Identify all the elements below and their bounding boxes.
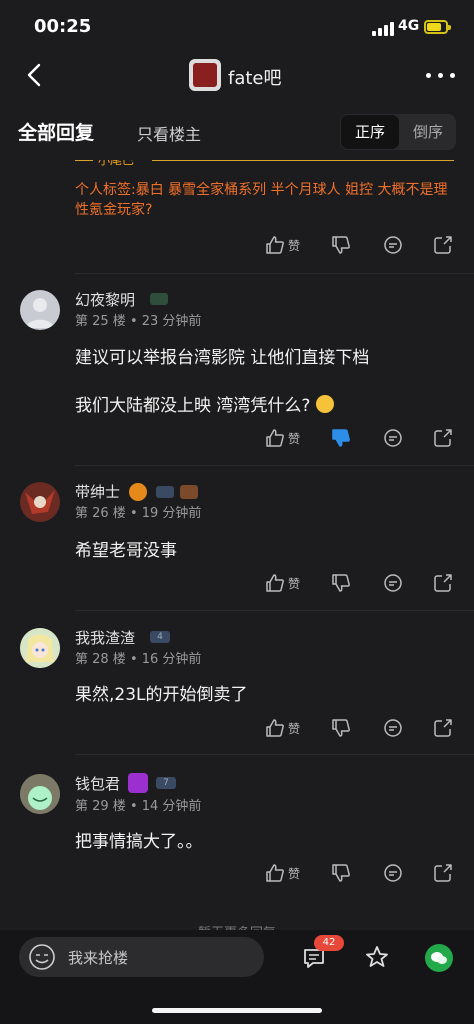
- comment-icon[interactable]: [382, 717, 404, 739]
- tab-all-replies[interactable]: 全部回复: [18, 118, 94, 145]
- share-icon[interactable]: [432, 234, 454, 256]
- game-icon: [180, 485, 198, 499]
- wechat-icon[interactable]: [425, 944, 453, 972]
- comment-text: 果然,23L的开始倒卖了: [75, 685, 248, 705]
- star-icon[interactable]: [364, 944, 390, 970]
- comment-username[interactable]: 我我渣渣: [75, 627, 135, 648]
- comment-text: 建议可以举报台湾影院 让他们直接下档: [75, 348, 370, 368]
- comment-meta: 第 26 楼 • 19 分钟前: [75, 506, 202, 521]
- comment-divider: [75, 754, 474, 755]
- comment-divider: [75, 465, 474, 466]
- like-icon[interactable]: [264, 427, 286, 449]
- forum-logo[interactable]: [189, 59, 221, 91]
- comment-icon[interactable]: [382, 234, 404, 256]
- comment-icon[interactable]: [382, 427, 404, 449]
- home-indicator: [152, 1008, 322, 1013]
- status-bar: 00:25 4G: [0, 0, 474, 48]
- battery-icon: [424, 20, 451, 34]
- back-icon[interactable]: [22, 62, 48, 88]
- comment-meta: 第 29 楼 • 14 分钟前: [75, 799, 202, 814]
- reply-placeholder[interactable]: 我来抢楼: [68, 947, 128, 968]
- avatar[interactable]: [20, 290, 60, 330]
- post-actions: 赞: [264, 234, 454, 256]
- share-icon[interactable]: [432, 572, 454, 594]
- avatar[interactable]: [20, 774, 60, 814]
- comment-count-badge: 42: [314, 935, 344, 951]
- personal-tag: 个人标签:暴白 暴雪全家桶系列 半个月球人 姐控 大概不是理性氪金玩家?: [75, 182, 448, 218]
- comment-username[interactable]: 钱包君: [75, 773, 120, 794]
- no-more-replies: 暂无更多回复: [0, 922, 474, 930]
- dislike-icon[interactable]: [330, 427, 352, 449]
- avatar[interactable]: [20, 482, 60, 522]
- share-icon[interactable]: [432, 427, 454, 449]
- comment-actions: 赞: [264, 427, 454, 449]
- comment-icon[interactable]: [382, 862, 404, 884]
- comment-username[interactable]: 带绅士: [75, 481, 120, 502]
- comment-icon[interactable]: [382, 572, 404, 594]
- more-icon[interactable]: [426, 73, 456, 79]
- sort-asc-button[interactable]: 正序: [341, 115, 399, 149]
- tail-divider-right: [152, 160, 454, 161]
- dislike-icon[interactable]: [330, 234, 352, 256]
- comment-text: 把事情搞大了。。: [75, 832, 203, 852]
- comment-meta: 第 25 楼 • 23 分钟前: [75, 314, 202, 329]
- like-label: 赞: [288, 722, 301, 736]
- like-label: 赞: [288, 867, 301, 881]
- dislike-icon[interactable]: [330, 862, 352, 884]
- tab-owner-only[interactable]: 只看楼主: [137, 121, 201, 145]
- like-label: 赞: [288, 239, 301, 253]
- comment-meta: 第 28 楼 • 16 分钟前: [75, 652, 202, 667]
- reply-list[interactable]: 小尾巴 个人标签:暴白 暴雪全家桶系列 半个月球人 姐控 大概不是理性氪金玩家?…: [0, 160, 474, 930]
- level-badge: [156, 486, 174, 498]
- tail-divider-left: [75, 160, 93, 161]
- forum-name[interactable]: fate吧: [228, 64, 282, 90]
- sort-desc-button[interactable]: 倒序: [400, 115, 456, 149]
- comment-actions: 赞: [264, 862, 454, 884]
- like-icon[interactable]: [264, 862, 286, 884]
- like-icon[interactable]: [264, 234, 286, 256]
- emoji-icon: [315, 395, 334, 413]
- like-label: 赞: [288, 432, 301, 446]
- comment-text: 希望老哥没事: [75, 541, 177, 561]
- network-label: 4G: [398, 18, 420, 34]
- pumpkin-icon: [129, 483, 147, 501]
- share-icon[interactable]: [432, 717, 454, 739]
- signal-icon: [372, 22, 394, 36]
- emoji-icon[interactable]: [27, 942, 57, 972]
- like-icon[interactable]: [264, 717, 286, 739]
- cancer-sign-icon: [128, 773, 148, 793]
- dislike-icon[interactable]: [330, 572, 352, 594]
- level-badge: [150, 293, 168, 305]
- avatar[interactable]: [20, 628, 60, 668]
- level-badge: 4: [150, 631, 170, 643]
- status-time: 00:25: [34, 16, 92, 37]
- dislike-icon[interactable]: [330, 717, 352, 739]
- like-label: 赞: [288, 577, 301, 591]
- tail-label: 小尾巴: [98, 160, 135, 167]
- comment-divider: [75, 273, 474, 274]
- comment-actions: 赞: [264, 572, 454, 594]
- comment-actions: 赞: [264, 717, 454, 739]
- comment-username[interactable]: 幻夜黎明: [75, 289, 135, 310]
- like-icon[interactable]: [264, 572, 286, 594]
- level-badge: 7: [156, 777, 176, 789]
- comment-text: 我们大陆都没上映 湾湾凭什么?: [75, 391, 334, 416]
- comment-divider: [75, 610, 474, 611]
- share-icon[interactable]: [432, 862, 454, 884]
